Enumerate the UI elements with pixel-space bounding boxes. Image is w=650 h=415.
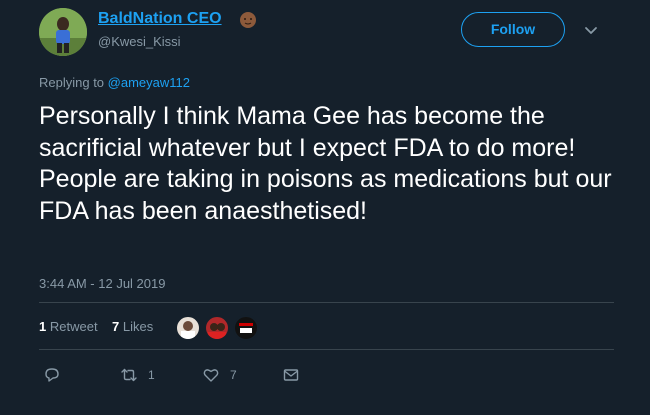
replying-to-mention[interactable]: @ameyaw112 <box>108 75 190 90</box>
follow-button[interactable]: Follow <box>461 12 565 47</box>
envelope-icon <box>283 369 299 381</box>
tweet-text: Personally I think Mama Gee has become t… <box>39 102 612 225</box>
likes-stat[interactable]: 7 Likes <box>112 319 153 334</box>
retweets-count: 1 <box>39 319 47 334</box>
like-action-count: 7 <box>230 368 237 382</box>
retweet-icon <box>121 368 137 382</box>
author-display-name[interactable]: BaldNation CEO <box>98 10 222 28</box>
retweets-label: Retweet <box>49 319 98 334</box>
tweet-card: BaldNation CEO @Kwesi_Kissi Follow Reply… <box>0 0 642 415</box>
reply-icon <box>45 368 59 382</box>
replying-to: Replying to @ameyaw112 <box>39 75 190 90</box>
reply-button[interactable] <box>43 364 61 386</box>
author-handle[interactable]: @Kwesi_Kissi <box>98 34 181 49</box>
author-avatar[interactable] <box>39 8 87 56</box>
replying-to-label: Replying to <box>39 75 105 90</box>
retweet-action-count: 1 <box>148 368 155 382</box>
liker-avatar[interactable] <box>233 315 259 341</box>
liker-avatar[interactable] <box>175 315 201 341</box>
likes-label: Likes <box>122 319 154 334</box>
heart-icon <box>203 369 219 382</box>
retweet-button[interactable]: 1 <box>120 364 155 386</box>
tweet-timestamp[interactable]: 3:44 AM - 12 Jul 2019 <box>39 276 165 291</box>
liker-avatar[interactable] <box>204 315 230 341</box>
like-button[interactable]: 7 <box>202 364 237 386</box>
retweets-stat[interactable]: 1 Retweet <box>39 319 98 334</box>
divider-bottom <box>39 349 614 350</box>
bald-man-emoji-icon <box>238 10 258 30</box>
divider-top <box>39 302 614 303</box>
direct-message-button[interactable] <box>282 364 300 386</box>
tweet-stats: 1 Retweet 7 Likes <box>39 319 153 334</box>
chevron-down-icon[interactable] <box>583 22 599 38</box>
likes-count: 7 <box>112 319 120 334</box>
